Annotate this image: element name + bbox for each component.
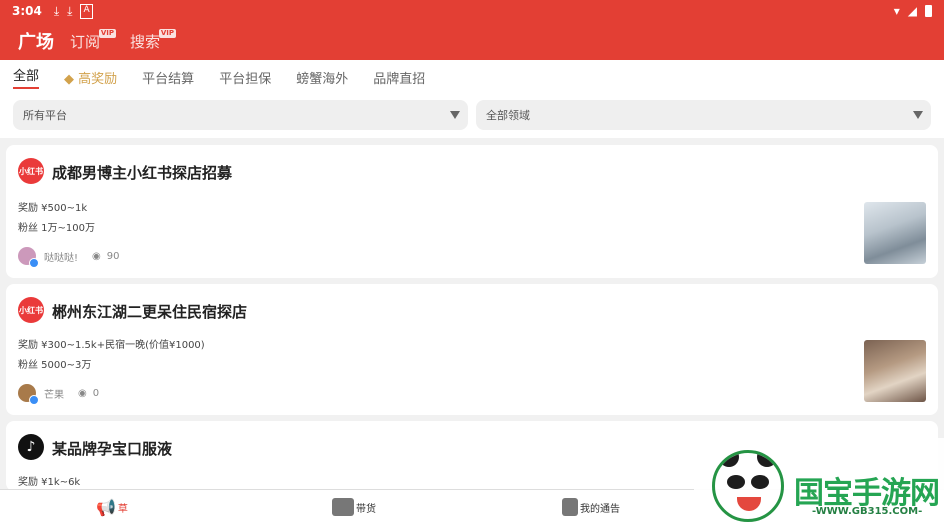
video-icon [332, 498, 354, 516]
task-card[interactable]: 小红书 郴州东江湖二更呆住民宿探店 奖励 ¥300~1.5k+民宿一晚(价值¥1… [6, 284, 938, 415]
card-meta: 芒果 ◉ 0 [18, 384, 100, 405]
card-reward: 奖励 ¥300~1.5k+民宿一晚(价值¥1000) [18, 340, 205, 351]
filter-bar: 所有平台 全部领域 [0, 94, 944, 138]
eye-icon: ◉ [92, 250, 101, 262]
tab-all[interactable]: 全部 [13, 65, 40, 89]
status-time: 3:04 [12, 4, 42, 18]
card-meta: 哒哒哒! ◉ 90 [18, 247, 120, 268]
a-icon: A [80, 3, 93, 19]
download-icon: ⤓ [53, 3, 60, 18]
wifi-icon: ▾ [893, 4, 900, 18]
tab-platform-guarantee[interactable]: 平台担保 [219, 68, 271, 87]
eye-icon: ◉ [78, 387, 87, 399]
megaphone-icon: 📢 [96, 498, 116, 517]
xiaohongshu-logo-icon: 小红书 [18, 297, 44, 323]
bottom-nav-sell[interactable]: 带货 [332, 498, 376, 516]
vip-badge: VIP [158, 28, 177, 38]
card-user: 哒哒哒! [44, 252, 79, 264]
card-fans: 粉丝 1万~100万 [18, 223, 96, 234]
tab-high-reward[interactable]: ◆ 高奖励 [64, 68, 117, 87]
nav-label: 广场 [18, 32, 54, 53]
card-reward: 奖励 ¥500~1k [18, 203, 88, 214]
avatar [18, 247, 39, 268]
card-title: 成都男博主小红书探店招募 [52, 164, 233, 182]
caret-down-icon [913, 111, 923, 119]
bottom-nav-label: 我的通告 [580, 503, 620, 515]
diamond-icon: ◆ [64, 71, 75, 87]
caret-down-icon [450, 111, 460, 119]
card-thumbnail [864, 340, 926, 402]
tab-brand-recruit[interactable]: 品牌直招 [373, 68, 425, 87]
verified-icon [29, 258, 39, 268]
document-icon [562, 498, 578, 516]
app-bar: 广场 订阅 VIP 搜索 VIP [0, 22, 944, 60]
nav-label: 订阅 [70, 32, 101, 51]
bottom-nav-my-notices[interactable]: 我的通告 [562, 498, 620, 516]
platform-select-value: 所有平台 [23, 109, 67, 122]
watermark: 国宝手游网 -WWW.GB315.COM- [694, 438, 944, 531]
xiaohongshu-logo-icon: 小红书 [18, 158, 44, 184]
task-card[interactable]: 小红书 成都男博主小红书探店招募 奖励 ¥500~1k 粉丝 1万~100万 哒… [6, 145, 938, 278]
domain-select-value: 全部领域 [486, 109, 530, 122]
tab-label: 高奖励 [78, 71, 118, 87]
verified-icon [29, 395, 39, 405]
card-user: 芒果 [44, 389, 64, 401]
tab-platform-settlement[interactable]: 平台结算 [142, 68, 194, 87]
avatar [18, 384, 39, 405]
nav-search[interactable]: 搜索 VIP [130, 28, 177, 52]
bottom-nav-label: 带货 [356, 503, 376, 515]
tab-crab-overseas[interactable]: 螃蟹海外 [296, 68, 348, 87]
nav-label: 搜索 [130, 32, 161, 51]
card-title: 郴州东江湖二更呆住民宿探店 [52, 303, 248, 321]
signal-icon: ◢ [907, 4, 917, 18]
platform-select[interactable]: 所有平台 [13, 100, 468, 130]
bottom-nav-label: 草 [117, 504, 128, 515]
battery-icon [925, 5, 932, 17]
card-thumbnail [864, 202, 926, 264]
card-reward: 奖励 ¥1k~6k [18, 477, 81, 488]
card-title: 某品牌孕宝口服液 [52, 440, 173, 458]
nav-subscribe[interactable]: 订阅 VIP [70, 28, 117, 52]
vip-badge: VIP [98, 28, 117, 38]
status-bar: 3:04 ⤓ ⤓ A ▾ ◢ [0, 0, 944, 22]
domain-select[interactable]: 全部领域 [476, 100, 931, 130]
watermark-url: -WWW.GB315.COM- [812, 506, 923, 517]
bottom-nav-square[interactable]: 📢 草 [96, 498, 128, 517]
card-views: 0 [92, 387, 100, 399]
category-tabs: 全部 ◆ 高奖励 平台结算 平台担保 螃蟹海外 品牌直招 [0, 60, 944, 94]
card-fans: 粉丝 5000~3万 [18, 360, 92, 371]
panda-logo [712, 450, 784, 522]
nav-square[interactable]: 广场 [18, 28, 54, 54]
tiktok-logo-icon: ♪ [18, 434, 44, 460]
card-views: 90 [106, 250, 120, 262]
download-icon: ⤓ [67, 3, 73, 18]
